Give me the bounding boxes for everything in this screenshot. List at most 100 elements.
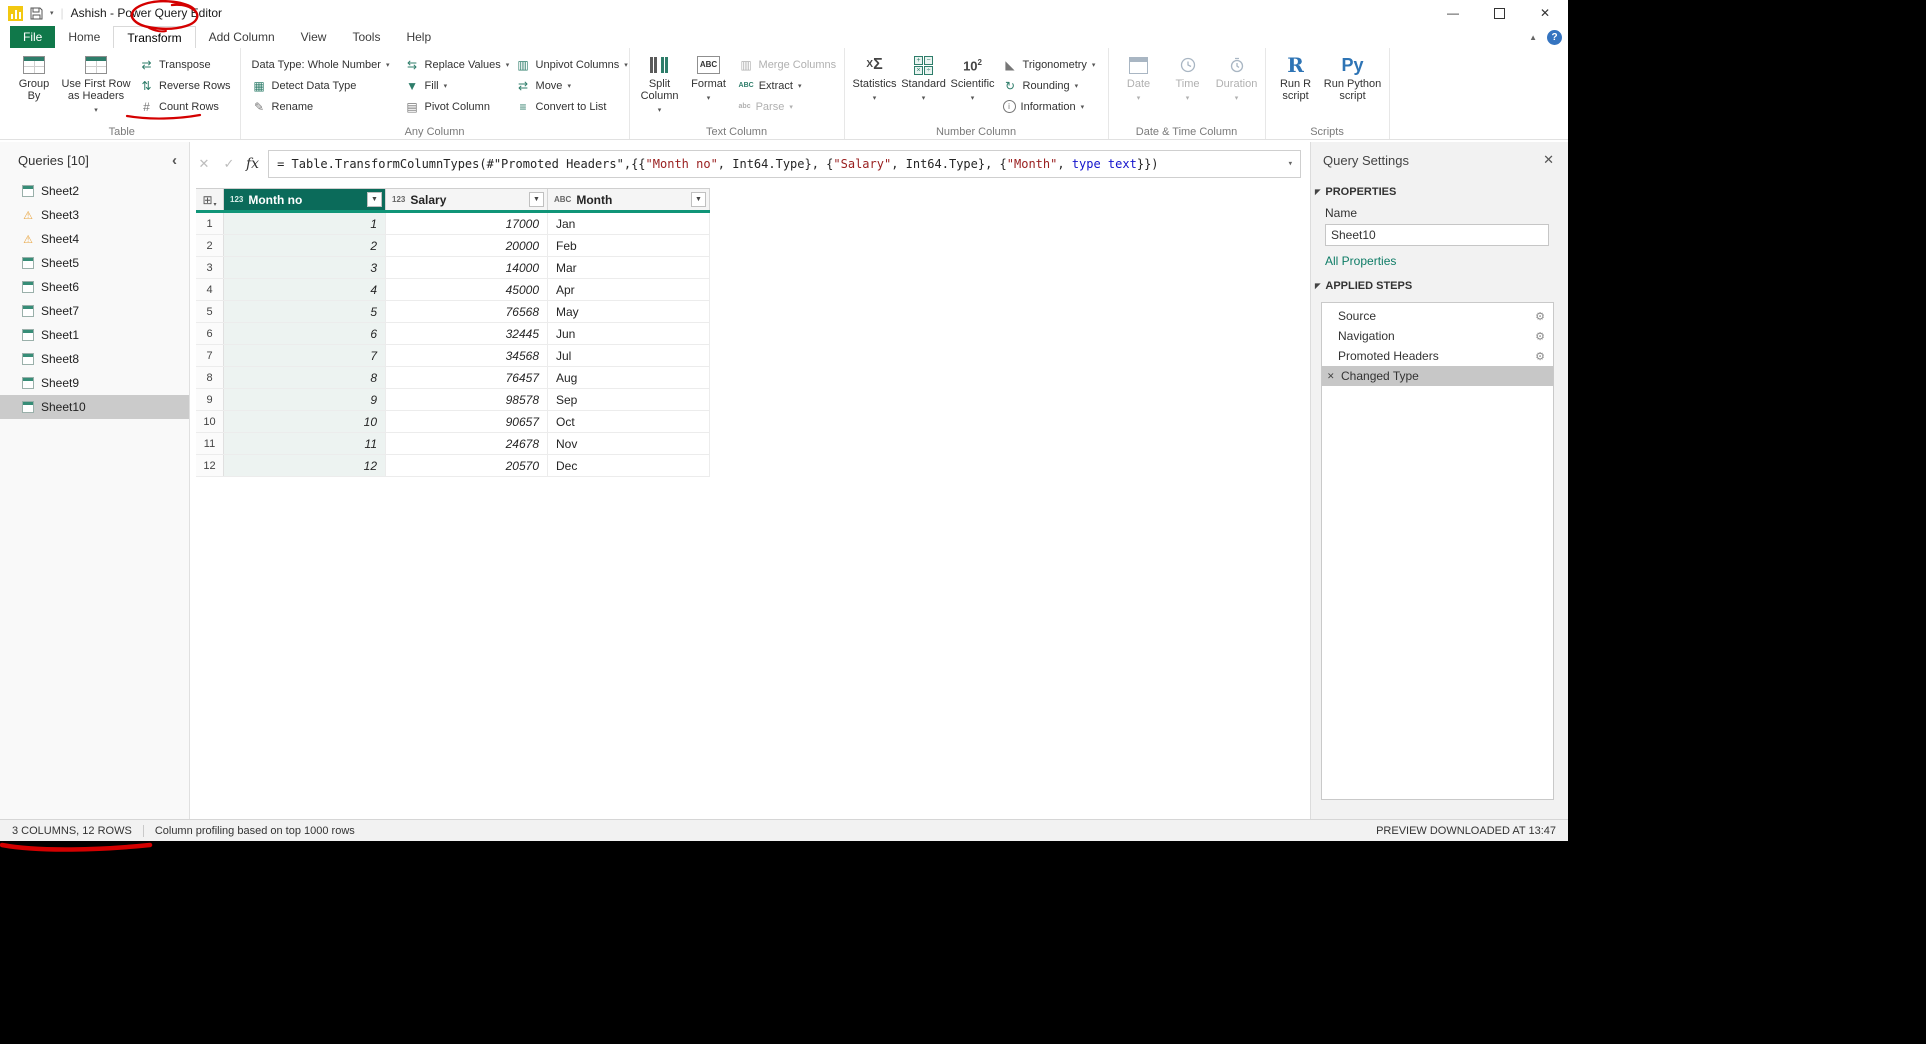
query-item-sheet5[interactable]: Sheet5 bbox=[0, 251, 189, 275]
tab-help[interactable]: Help bbox=[393, 26, 444, 48]
filter-icon[interactable]: ▼ bbox=[529, 192, 544, 207]
cell-month[interactable]: Feb bbox=[548, 235, 710, 256]
cell-month-no[interactable]: 10 bbox=[224, 411, 386, 432]
information-button[interactable]: i Information▾ bbox=[999, 96, 1103, 117]
profiling-status[interactable]: Column profiling based on top 1000 rows bbox=[155, 825, 355, 837]
row-number[interactable]: 1 bbox=[196, 213, 224, 234]
cell-salary[interactable]: 34568 bbox=[386, 345, 548, 366]
gear-icon[interactable]: ⚙ bbox=[1535, 310, 1545, 323]
run-r-script-button[interactable]: R Run R script bbox=[1273, 51, 1319, 124]
save-icon[interactable] bbox=[30, 7, 43, 20]
cell-salary[interactable]: 20570 bbox=[386, 455, 548, 476]
cell-month-no[interactable]: 8 bbox=[224, 367, 386, 388]
data-type-button[interactable]: Data Type: Whole Number▾ bbox=[248, 54, 398, 75]
query-item-sheet7[interactable]: Sheet7 bbox=[0, 299, 189, 323]
cell-month[interactable]: May bbox=[548, 301, 710, 322]
query-item-sheet8[interactable]: Sheet8 bbox=[0, 347, 189, 371]
group-by-button[interactable]: Group By bbox=[11, 51, 57, 124]
cell-month[interactable]: Apr bbox=[548, 279, 710, 300]
cell-salary[interactable]: 98578 bbox=[386, 389, 548, 410]
column-header-salary[interactable]: 123 Salary ▼ bbox=[386, 189, 548, 210]
extract-button[interactable]: ABC Extract▾ bbox=[735, 75, 839, 96]
run-python-script-button[interactable]: Py Run Python script bbox=[1322, 51, 1384, 124]
cell-month[interactable]: Mar bbox=[548, 257, 710, 278]
cell-month-no[interactable]: 1 bbox=[224, 213, 386, 234]
query-item-sheet10-selected[interactable]: Sheet10 bbox=[0, 395, 189, 419]
row-number[interactable]: 3 bbox=[196, 257, 224, 278]
query-item-sheet9[interactable]: Sheet9 bbox=[0, 371, 189, 395]
row-number[interactable]: 2 bbox=[196, 235, 224, 256]
tab-transform[interactable]: Transform bbox=[113, 26, 195, 48]
unpivot-columns-button[interactable]: ▥ Unpivot Columns▾ bbox=[512, 54, 624, 75]
cell-salary[interactable]: 17000 bbox=[386, 213, 548, 234]
cell-month[interactable]: Sep bbox=[548, 389, 710, 410]
cell-salary[interactable]: 20000 bbox=[386, 235, 548, 256]
close-button[interactable]: ✕ bbox=[1522, 0, 1568, 26]
reverse-rows-button[interactable]: ⇅ Reverse Rows bbox=[135, 75, 235, 96]
format-button[interactable]: ABC Format▾ bbox=[686, 51, 732, 124]
select-all-corner[interactable]: ⊞▾ bbox=[196, 189, 224, 210]
cell-salary[interactable]: 45000 bbox=[386, 279, 548, 300]
minimize-button[interactable]: — bbox=[1430, 0, 1476, 26]
cell-month[interactable]: Nov bbox=[548, 433, 710, 454]
cell-month-no[interactable]: 7 bbox=[224, 345, 386, 366]
tab-tools[interactable]: Tools bbox=[339, 26, 393, 48]
cell-month[interactable]: Jan bbox=[548, 213, 710, 234]
cell-month[interactable]: Aug bbox=[548, 367, 710, 388]
gear-icon[interactable]: ⚙ bbox=[1535, 350, 1545, 363]
cell-month-no[interactable]: 2 bbox=[224, 235, 386, 256]
cell-month-no[interactable]: 6 bbox=[224, 323, 386, 344]
cell-salary[interactable]: 24678 bbox=[386, 433, 548, 454]
cell-month[interactable]: Dec bbox=[548, 455, 710, 476]
cell-month-no[interactable]: 9 bbox=[224, 389, 386, 410]
replace-values-button[interactable]: ⇆ Replace Values▾ bbox=[401, 54, 509, 75]
row-number[interactable]: 5 bbox=[196, 301, 224, 322]
cell-salary[interactable]: 90657 bbox=[386, 411, 548, 432]
trigonometry-button[interactable]: ◣ Trigonometry▾ bbox=[999, 54, 1103, 75]
detect-data-type-button[interactable]: ▦ Detect Data Type bbox=[248, 75, 398, 96]
count-rows-button[interactable]: # Count Rows bbox=[135, 96, 235, 117]
filter-icon[interactable]: ▼ bbox=[691, 192, 706, 207]
transpose-button[interactable]: ⇄ Transpose bbox=[135, 54, 235, 75]
formula-input[interactable]: = Table.TransformColumnTypes(#"Promoted … bbox=[268, 150, 1301, 178]
use-first-row-as-headers-button[interactable]: Use First Row as Headers▾ bbox=[60, 51, 132, 124]
row-number[interactable]: 4 bbox=[196, 279, 224, 300]
cell-salary[interactable]: 76457 bbox=[386, 367, 548, 388]
query-item-sheet2[interactable]: Sheet2 bbox=[0, 179, 189, 203]
applied-steps-section-header[interactable]: ◤ APPLIED STEPS bbox=[1311, 268, 1568, 296]
gear-icon[interactable]: ⚙ bbox=[1535, 330, 1545, 343]
row-number[interactable]: 6 bbox=[196, 323, 224, 344]
step-source[interactable]: Source ⚙ bbox=[1322, 306, 1553, 326]
close-settings-icon[interactable]: ✕ bbox=[1543, 152, 1554, 168]
query-item-sheet6[interactable]: Sheet6 bbox=[0, 275, 189, 299]
statistics-button[interactable]: ΧΣ Statistics▾ bbox=[852, 51, 898, 124]
standard-button[interactable]: +−×÷ Standard▾ bbox=[901, 51, 947, 124]
row-number[interactable]: 11 bbox=[196, 433, 224, 454]
maximize-button[interactable] bbox=[1476, 0, 1522, 26]
fill-button[interactable]: ▼ Fill▾ bbox=[401, 75, 509, 96]
row-number[interactable]: 8 bbox=[196, 367, 224, 388]
row-number[interactable]: 7 bbox=[196, 345, 224, 366]
rounding-button[interactable]: ↻ Rounding▾ bbox=[999, 75, 1103, 96]
query-item-sheet1[interactable]: Sheet1 bbox=[0, 323, 189, 347]
convert-to-list-button[interactable]: ≡ Convert to List bbox=[512, 96, 624, 117]
move-button[interactable]: ⇄ Move▾ bbox=[512, 75, 624, 96]
row-number[interactable]: 9 bbox=[196, 389, 224, 410]
query-name-input[interactable] bbox=[1325, 224, 1549, 246]
cell-month-no[interactable]: 11 bbox=[224, 433, 386, 454]
cell-month[interactable]: Jun bbox=[548, 323, 710, 344]
query-item-sheet4[interactable]: ⚠Sheet4 bbox=[0, 227, 189, 251]
column-header-month-no[interactable]: 123 Month no ▼ bbox=[224, 189, 386, 210]
step-promoted-headers[interactable]: Promoted Headers ⚙ bbox=[1322, 346, 1553, 366]
cell-month[interactable]: Jul bbox=[548, 345, 710, 366]
rename-button[interactable]: ✎ Rename bbox=[248, 96, 398, 117]
quick-access-caret-icon[interactable]: ▾ bbox=[50, 9, 54, 17]
help-icon[interactable]: ? bbox=[1547, 30, 1562, 45]
cancel-formula-icon[interactable]: ✕ bbox=[196, 156, 212, 172]
step-navigation[interactable]: Navigation ⚙ bbox=[1322, 326, 1553, 346]
expand-formula-bar-icon[interactable]: ▾ bbox=[1288, 159, 1293, 169]
tab-view[interactable]: View bbox=[288, 26, 340, 48]
step-changed-type-selected[interactable]: ✕ Changed Type bbox=[1322, 366, 1553, 386]
tab-file[interactable]: File bbox=[10, 26, 55, 48]
cell-salary[interactable]: 76568 bbox=[386, 301, 548, 322]
